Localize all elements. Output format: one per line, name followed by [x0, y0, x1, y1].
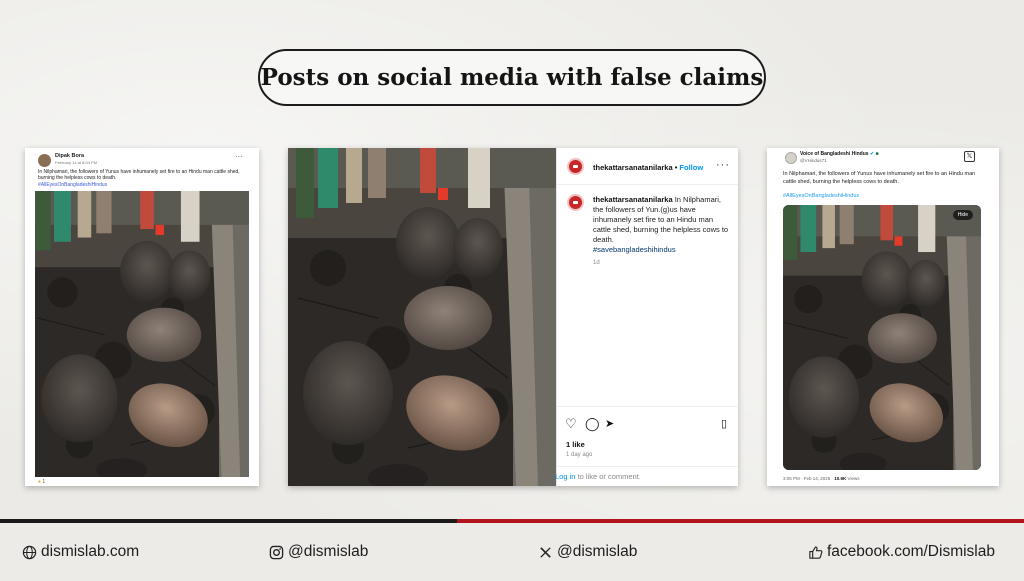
instagram-post-card: thekattarsanatanilarka • Follow ··· thek… — [288, 148, 738, 486]
globe-icon — [22, 545, 37, 559]
footer-website[interactable]: dismislab.com — [22, 543, 139, 561]
like-count[interactable]: 1 like — [566, 440, 585, 449]
more-options-icon[interactable]: ··· — [235, 152, 243, 161]
x-logo-icon — [540, 546, 551, 558]
post-age: 1d — [593, 260, 600, 266]
post-photo[interactable] — [35, 191, 249, 477]
username[interactable]: thekattarsanatanilarka — [593, 163, 673, 172]
post-photo[interactable]: Hide — [783, 205, 981, 470]
footer-instagram-label: @dismislab — [288, 543, 369, 560]
author-name-text: Voice of Bangladeshi Hindus — [800, 151, 869, 157]
footer-facebook-label: facebook.com/Dismislab — [827, 543, 995, 560]
post-photo[interactable] — [288, 148, 556, 486]
post-hashtag[interactable]: #savebangladeshihindus — [593, 245, 676, 254]
post-handle[interactable]: @VHindus71 — [800, 158, 827, 163]
thumbs-up-icon — [809, 545, 823, 559]
avatar[interactable] — [567, 194, 584, 211]
page-title: Posts on social media with false claims — [258, 49, 766, 106]
action-bar: ♡ ◯ ➤ ▯ — [565, 416, 733, 432]
footer: dismislab.com @dismislab @dismislab face… — [0, 523, 1024, 581]
view-count: 10.9K — [834, 476, 847, 481]
post-header: thekattarsanatanilarka • Follow — [593, 163, 703, 172]
avatar[interactable] — [567, 158, 584, 175]
login-prompt-text: to like or comment. — [575, 472, 641, 481]
footer-website-label: dismislab.com — [41, 543, 140, 560]
instagram-icon — [269, 545, 284, 559]
login-prompt: Log in to like or comment. — [555, 472, 641, 481]
post-hashtag[interactable]: #AllEyesOnBangladeshiHindus — [783, 193, 859, 199]
bookmark-icon[interactable]: ▯ — [721, 416, 727, 432]
x-post-card: Voice of Bangladeshi Hindus ✔ ■ @VHindus… — [767, 148, 999, 486]
divider — [557, 406, 738, 407]
instagram-sidebar: thekattarsanatanilarka • Follow ··· thek… — [555, 148, 738, 486]
verified-icon: ✔ — [869, 151, 875, 157]
more-options-icon[interactable]: ··· — [716, 159, 730, 171]
comment-icon[interactable]: ◯ — [585, 416, 600, 432]
caption-username[interactable]: thekattarsanatanilarka — [593, 195, 673, 204]
post-time[interactable]: 3:05 PM · Feb 14, 2025 · — [783, 476, 834, 481]
footer-facebook[interactable]: facebook.com/Dismislab — [808, 543, 995, 561]
share-icon[interactable]: ➤ — [605, 416, 614, 432]
facebook-post-card: Dipak Bora February 14 at 8:04 PM · ··· … — [25, 148, 259, 486]
flag-icon: ■ — [875, 151, 879, 157]
footer-x-label: @dismislab — [557, 543, 638, 560]
divider — [557, 466, 738, 467]
reaction-count-label: 1 — [42, 479, 46, 485]
post-time: 1 day ago — [566, 452, 593, 458]
divider — [557, 184, 738, 185]
post-meta: 3:05 PM · Feb 14, 2025 · 10.9K Views — [783, 476, 859, 481]
post-text: In Nilphamari, the followers of Yunus ha… — [783, 171, 976, 185]
post-author-name[interactable]: Voice of Bangladeshi Hindus ✔ ■ — [800, 151, 879, 157]
like-reaction-icon: ● — [38, 479, 42, 485]
post-text: In Nilphamari, the followers of Yunus ha… — [38, 169, 240, 181]
avatar[interactable] — [38, 154, 51, 167]
login-link[interactable]: Log in — [555, 472, 575, 481]
reaction-count[interactable]: ● 1 — [38, 479, 45, 485]
post-date[interactable]: February 14 at 8:04 PM · — [55, 160, 99, 165]
post-hashtag[interactable]: #AllEyesOnBangladeshiHindus — [38, 182, 107, 188]
follow-button[interactable]: Follow — [679, 163, 703, 172]
footer-instagram[interactable]: @dismislab — [269, 543, 368, 561]
hide-button[interactable]: Hide — [952, 210, 973, 220]
footer-x[interactable]: @dismislab — [538, 543, 637, 561]
x-logo-icon[interactable]: 𝕏 — [964, 151, 975, 162]
heart-icon[interactable]: ♡ — [565, 416, 577, 432]
post-caption: thekattarsanatanilarka In Nilphamari, th… — [593, 195, 733, 255]
post-author-name[interactable]: Dipak Bora — [55, 153, 84, 159]
avatar[interactable] — [785, 152, 797, 164]
views-label: Views — [846, 476, 860, 481]
